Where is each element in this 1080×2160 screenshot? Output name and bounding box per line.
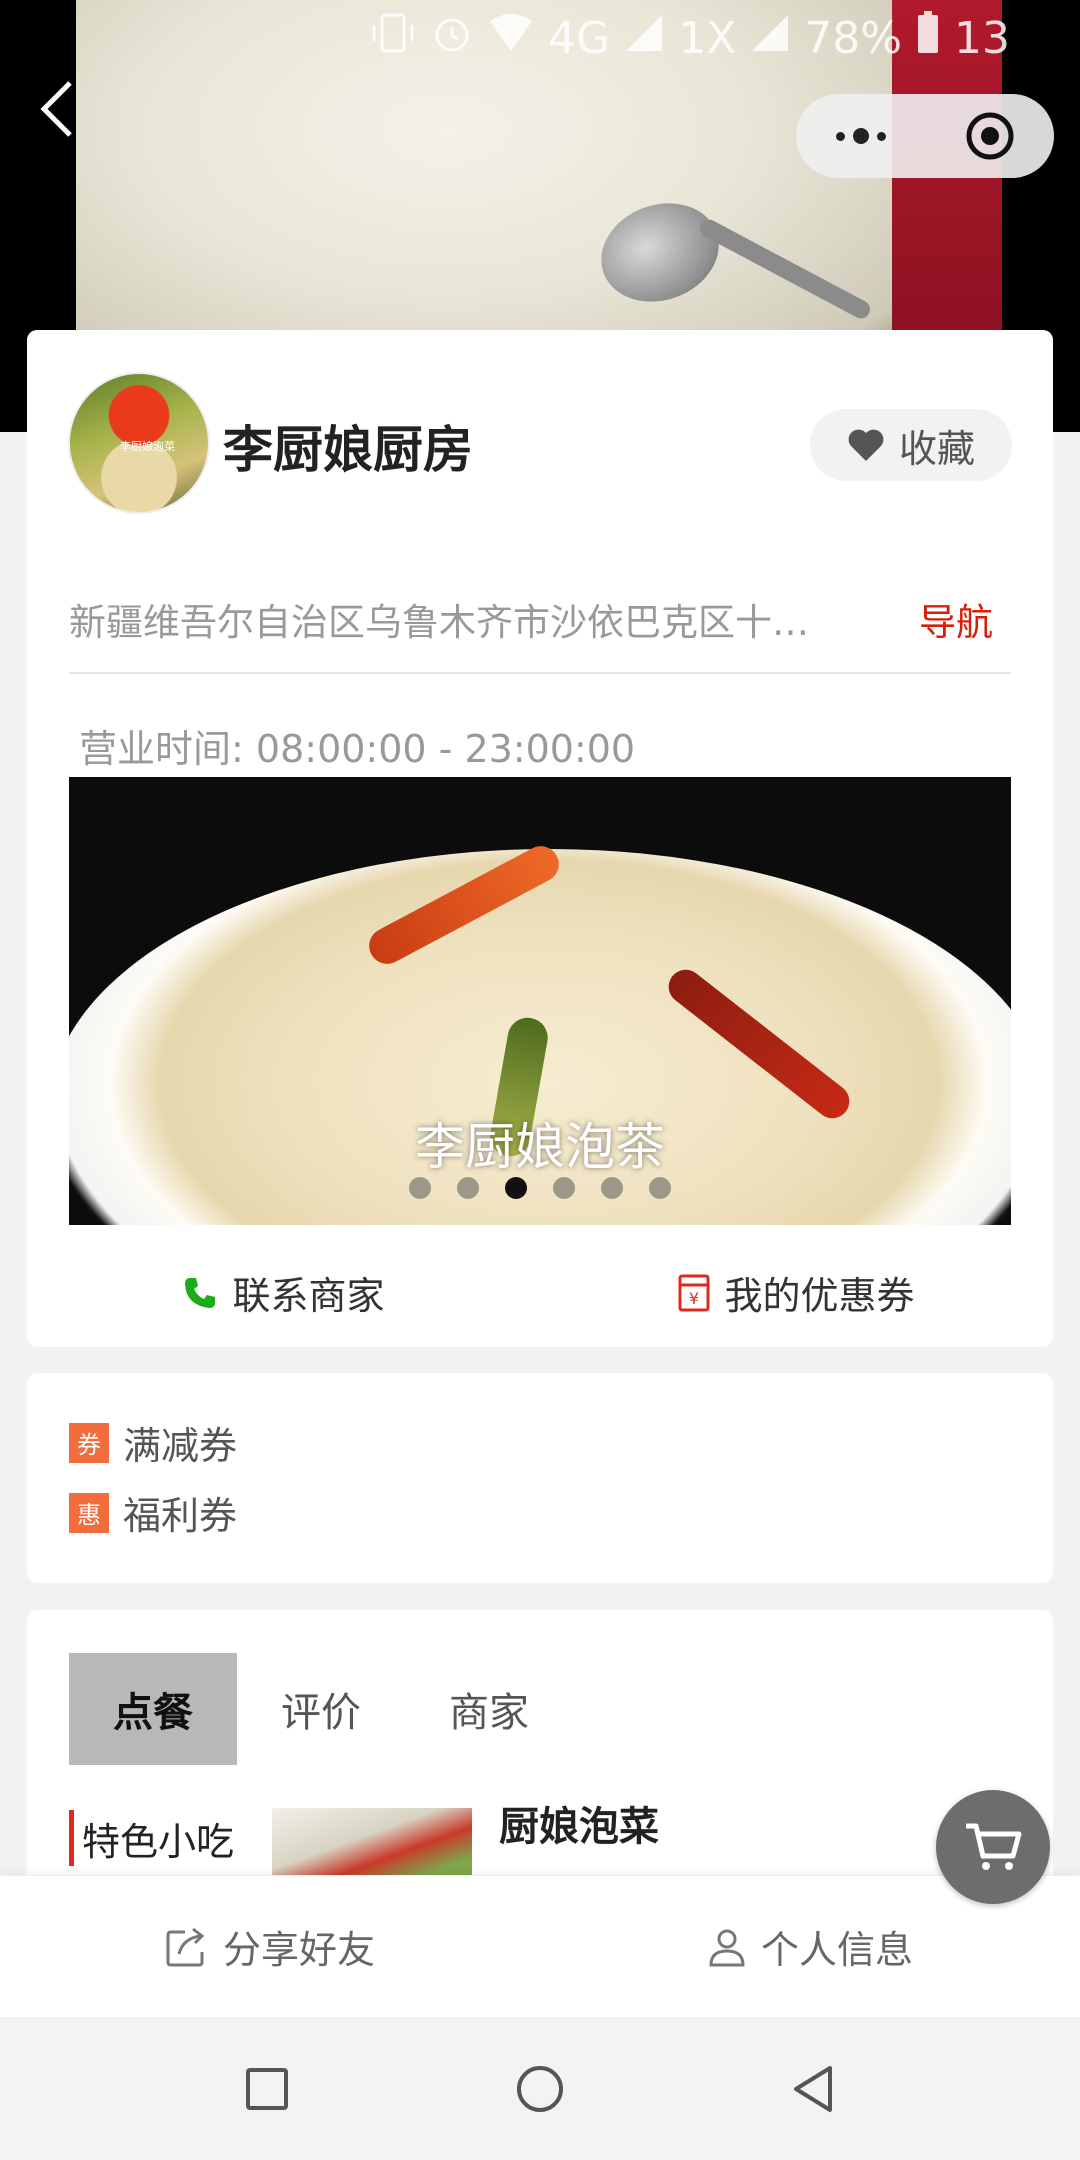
battery-icon bbox=[916, 10, 940, 66]
system-back-button[interactable] bbox=[768, 2044, 858, 2134]
menu-tabs: 点餐 评价 商家 bbox=[69, 1653, 573, 1765]
coupon-item[interactable]: 惠 福利券 bbox=[69, 1485, 237, 1540]
shop-address: 新疆维吾尔自治区乌鲁木齐市沙依巴克区十… bbox=[69, 601, 809, 644]
triangle-back-icon bbox=[794, 2065, 833, 2112]
person-icon bbox=[709, 1929, 745, 1966]
vibrate-icon bbox=[370, 11, 416, 66]
shop-logo-text: 李厨娘泡菜 bbox=[120, 440, 175, 453]
shop-actions: 联系商家 ¥ 我的优惠券 bbox=[27, 1245, 1053, 1340]
more-button[interactable] bbox=[796, 94, 925, 178]
coupon-icon: ¥ bbox=[678, 1274, 710, 1311]
signal-icon-2 bbox=[750, 13, 790, 64]
carousel-dot[interactable] bbox=[457, 1177, 479, 1199]
coupon-item[interactable]: 券 满减券 bbox=[69, 1415, 237, 1470]
network-type: 4G bbox=[548, 12, 611, 64]
carousel-caption: 李厨娘泡茶 bbox=[415, 1118, 665, 1176]
carousel-indicator bbox=[69, 1177, 1011, 1199]
wifi-icon bbox=[488, 13, 534, 64]
carousel-dot[interactable] bbox=[505, 1177, 527, 1199]
chevron-left-icon bbox=[40, 81, 72, 137]
shop-logo: 李厨娘泡菜 bbox=[68, 372, 210, 514]
carousel-dot[interactable] bbox=[409, 1177, 431, 1199]
divider bbox=[69, 672, 1011, 674]
tab-reviews[interactable]: 评价 bbox=[237, 1653, 405, 1765]
contact-merchant-label: 联系商家 bbox=[232, 1274, 385, 1318]
cart-button[interactable] bbox=[936, 1790, 1050, 1904]
clock: 13 bbox=[954, 12, 1011, 64]
tab-order[interactable]: 点餐 bbox=[69, 1653, 237, 1765]
share-friends-label: 分享好友 bbox=[222, 1928, 375, 1972]
coupon-label: 满减券 bbox=[123, 1424, 238, 1468]
svg-text:¥: ¥ bbox=[689, 1289, 699, 1308]
business-hours-label: 营业时间: bbox=[79, 727, 244, 771]
dish-name[interactable]: 厨娘泡菜 bbox=[499, 1794, 659, 1852]
status-bar: 4G 1X 78% 13 bbox=[370, 10, 1080, 66]
phone-icon bbox=[185, 1277, 216, 1308]
battery-percent: 78% bbox=[804, 12, 903, 64]
shop-name: 李厨娘厨房 bbox=[223, 421, 473, 479]
coupon-label: 福利券 bbox=[123, 1494, 238, 1538]
contact-merchant-button[interactable]: 联系商家 bbox=[27, 1245, 540, 1340]
business-hours-value: 08:00:00 - 23:00:00 bbox=[255, 727, 636, 771]
home-button[interactable] bbox=[495, 2044, 585, 2134]
shop-info-card: 李厨娘泡菜 李厨娘厨房 收藏 新疆维吾尔自治区乌鲁木齐市沙依巴克区十… 导航 营… bbox=[27, 330, 1053, 1347]
coupon-tag: 惠 bbox=[69, 1492, 109, 1533]
share-icon bbox=[166, 1927, 205, 1966]
profile-label: 个人信息 bbox=[760, 1928, 913, 1972]
cart-icon bbox=[966, 1823, 1022, 1870]
carousel-dot[interactable] bbox=[649, 1177, 671, 1199]
recent-apps-button[interactable] bbox=[222, 2044, 312, 2134]
circle-icon bbox=[516, 2065, 563, 2112]
my-coupons-label: 我的优惠券 bbox=[724, 1274, 915, 1318]
favorite-button[interactable]: 收藏 bbox=[810, 409, 1012, 481]
system-nav-bar bbox=[0, 2017, 1080, 2160]
my-coupons-button[interactable]: ¥ 我的优惠券 bbox=[540, 1245, 1053, 1340]
bottom-action-bar: 分享好友 个人信息 bbox=[0, 1875, 1080, 2017]
coupon-list-card: 券 满减券 惠 福利券 bbox=[27, 1373, 1053, 1583]
back-button[interactable] bbox=[28, 78, 84, 140]
favorite-label: 收藏 bbox=[898, 426, 975, 471]
carousel-dot[interactable] bbox=[553, 1177, 575, 1199]
miniprogram-capsule bbox=[796, 94, 1054, 178]
tab-merchant[interactable]: 商家 bbox=[405, 1653, 573, 1765]
heart-icon bbox=[848, 429, 884, 461]
square-icon bbox=[245, 2067, 288, 2110]
coupon-tag: 券 bbox=[69, 1422, 109, 1463]
business-hours: 营业时间: 08:00:00 - 23:00:00 bbox=[79, 718, 635, 773]
carousel-dot[interactable] bbox=[601, 1177, 623, 1199]
alarm-icon bbox=[430, 11, 474, 66]
navigate-link[interactable]: 导航 bbox=[919, 592, 993, 646]
signal-icon bbox=[624, 13, 664, 64]
network-type-2: 1X bbox=[678, 12, 737, 64]
target-icon bbox=[966, 112, 1013, 160]
menu-category-item[interactable]: 特色小吃 bbox=[69, 1810, 234, 1866]
share-friends-button[interactable]: 分享好友 bbox=[0, 1876, 540, 2017]
close-miniprogram-button[interactable] bbox=[925, 94, 1054, 178]
photo-carousel[interactable]: 李厨娘泡茶 bbox=[69, 777, 1011, 1225]
